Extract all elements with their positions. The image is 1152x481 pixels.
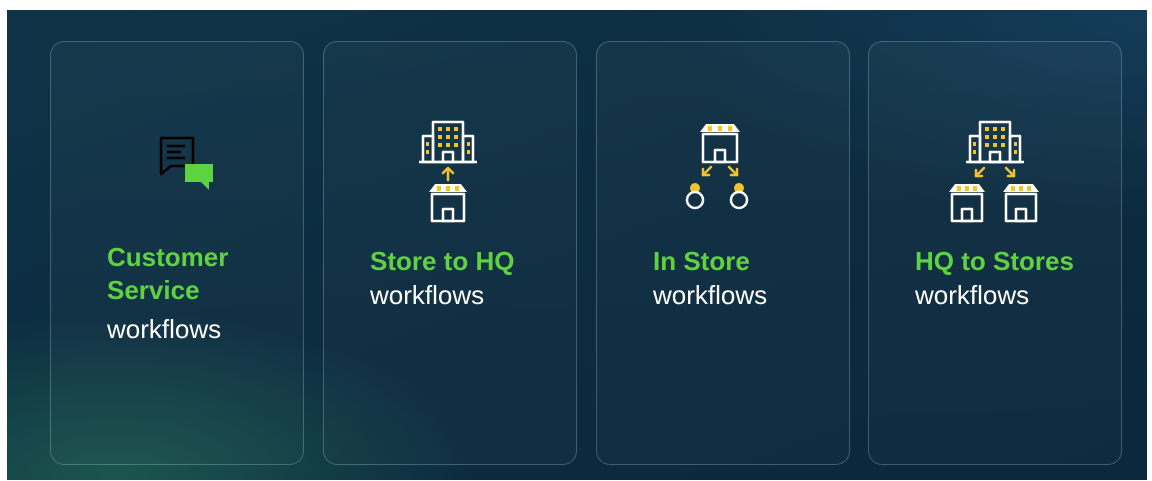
card-subtitle: workflows xyxy=(915,280,1030,310)
chat-bubbles-icon xyxy=(159,136,213,190)
card-hq-to-stores[interactable]: HQ to Stores workflows xyxy=(868,41,1122,465)
headquarters-to-stores-icon xyxy=(949,120,1039,223)
card-subtitle: workflows xyxy=(653,280,768,310)
card-subtitle: workflows xyxy=(107,314,222,344)
store-with-people-icon xyxy=(685,124,749,210)
card-in-store[interactable]: In Store workflows xyxy=(596,41,850,465)
card-store-to-hq[interactable]: Store to HQ workflows xyxy=(323,41,577,465)
store-to-headquarters-icon xyxy=(419,120,477,223)
card-title: Customer Service xyxy=(107,242,229,305)
card-title: In Store xyxy=(653,246,750,276)
card-title: HQ to Stores xyxy=(915,246,1074,276)
slide-background: Customer Service workflows Store to HQ w… xyxy=(7,10,1147,480)
card-customer-service[interactable]: Customer Service workflows xyxy=(50,41,304,465)
card-title: Store to HQ xyxy=(370,246,515,276)
card-subtitle: workflows xyxy=(370,280,485,310)
